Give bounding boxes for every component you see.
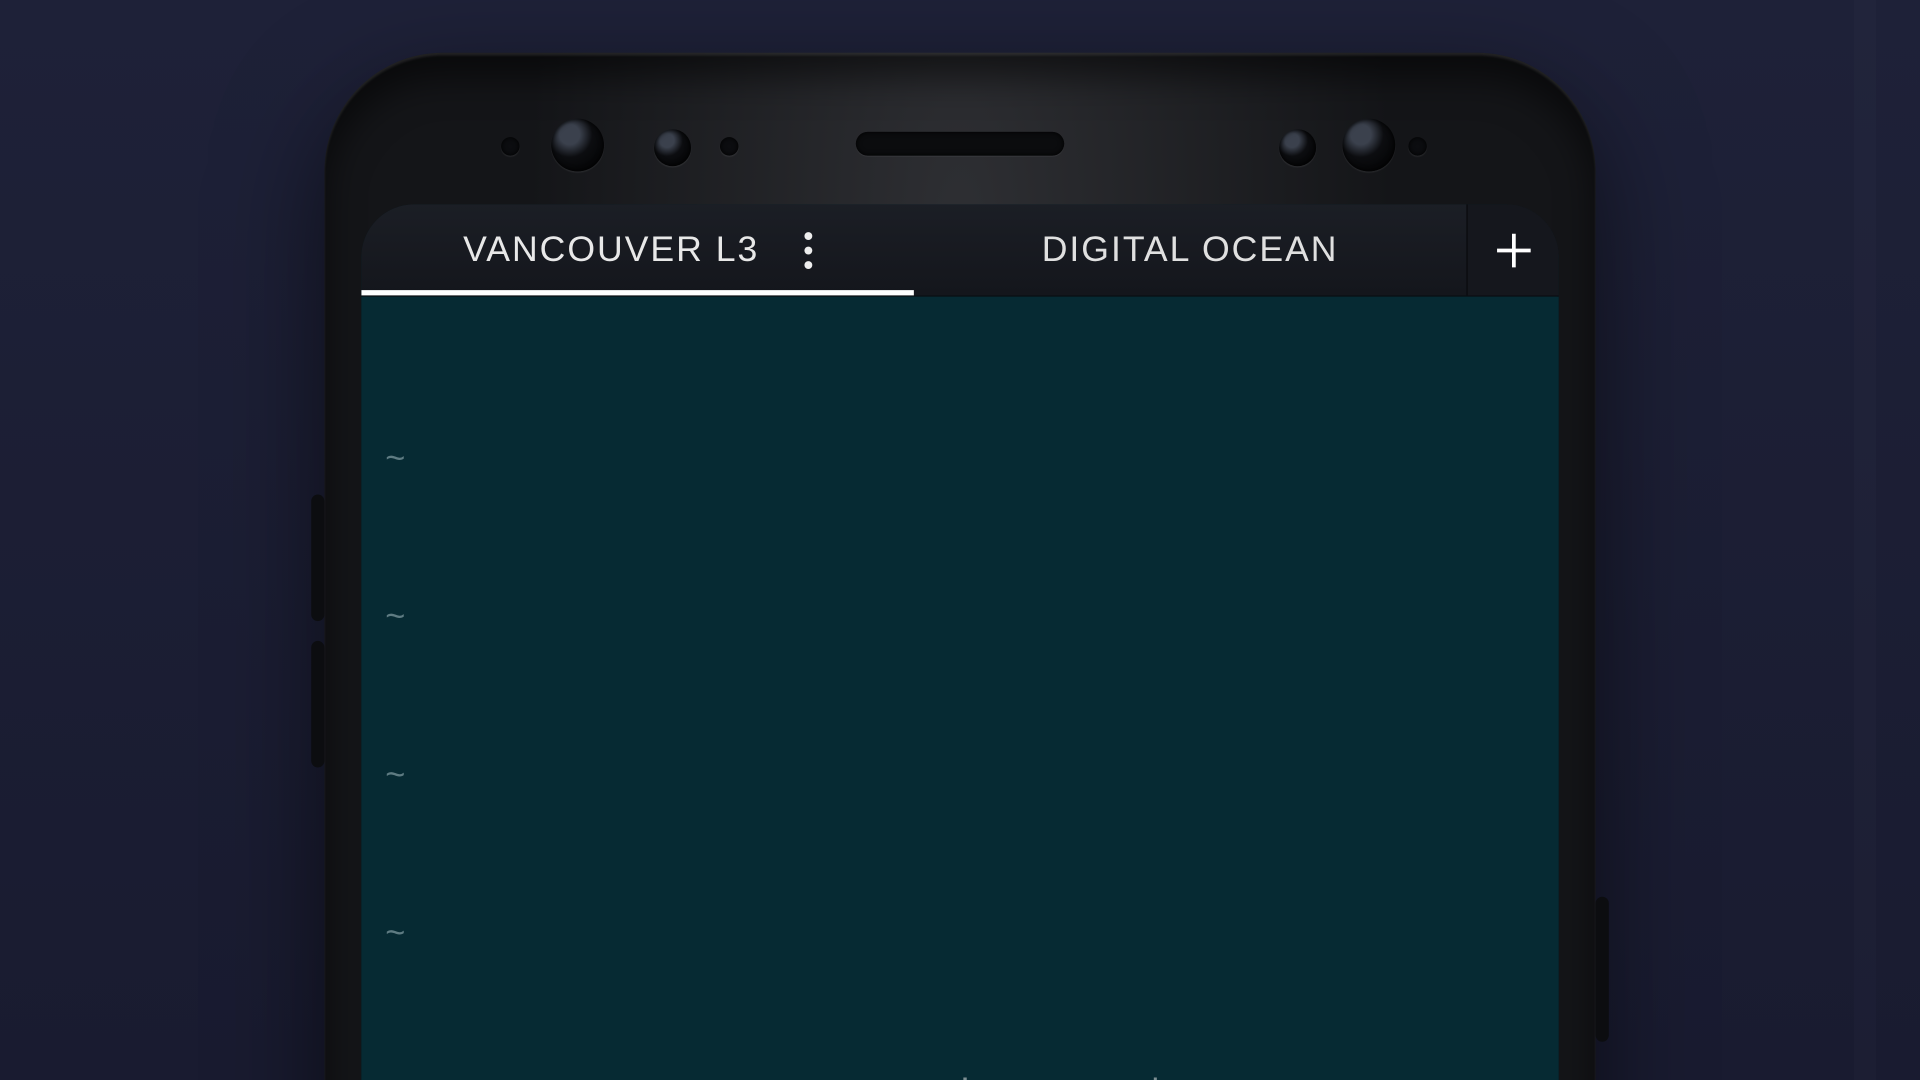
volume-down-button xyxy=(311,641,324,768)
power-button xyxy=(1596,897,1609,1042)
earpiece-icon xyxy=(856,132,1064,156)
tab-label: DIGITAL OCEAN xyxy=(1042,229,1339,270)
more-vert-icon[interactable] xyxy=(804,231,812,268)
front-camera-icon xyxy=(551,119,604,172)
volume-up-button xyxy=(311,495,324,622)
vim-tilde: ~ xyxy=(385,592,435,645)
phone-frame: VANCOUVER L3 DIGITAL OCEAN ~ ~ xyxy=(324,53,1595,1080)
vim-tilde: ~ xyxy=(385,1067,435,1080)
sensor-icon xyxy=(1279,129,1316,166)
sensor-dot-icon xyxy=(720,137,738,155)
terminal-tabbar: VANCOUVER L3 DIGITAL OCEAN xyxy=(361,204,1558,296)
vim-tilde: ~ xyxy=(385,750,435,803)
terminal-viewport[interactable]: ~ ~ ~ ~ ~VIM - Vi IMproved ~ ~version 7.… xyxy=(361,297,1558,1080)
tab-vancouver[interactable]: VANCOUVER L3 xyxy=(361,204,914,295)
tab-label: VANCOUVER L3 xyxy=(463,229,759,270)
sensor-dot-icon xyxy=(1408,137,1426,155)
vim-tilde: ~ xyxy=(385,909,435,962)
sensor-dot-icon xyxy=(501,137,519,155)
plus-icon xyxy=(1491,227,1536,272)
iris-camera-icon xyxy=(1342,119,1395,172)
add-tab-button[interactable] xyxy=(1466,204,1558,295)
vim-tilde: ~ xyxy=(385,434,435,487)
phone-screen: VANCOUVER L3 DIGITAL OCEAN ~ ~ xyxy=(361,204,1558,1080)
sensor-row xyxy=(324,98,1595,190)
stage: VANCOUVER L3 DIGITAL OCEAN ~ ~ xyxy=(0,0,1920,1080)
vim-title: VIM - Vi IMproved xyxy=(435,1067,1535,1080)
tab-digital-ocean[interactable]: DIGITAL OCEAN xyxy=(914,204,1467,295)
proximity-sensor-icon xyxy=(654,129,691,166)
